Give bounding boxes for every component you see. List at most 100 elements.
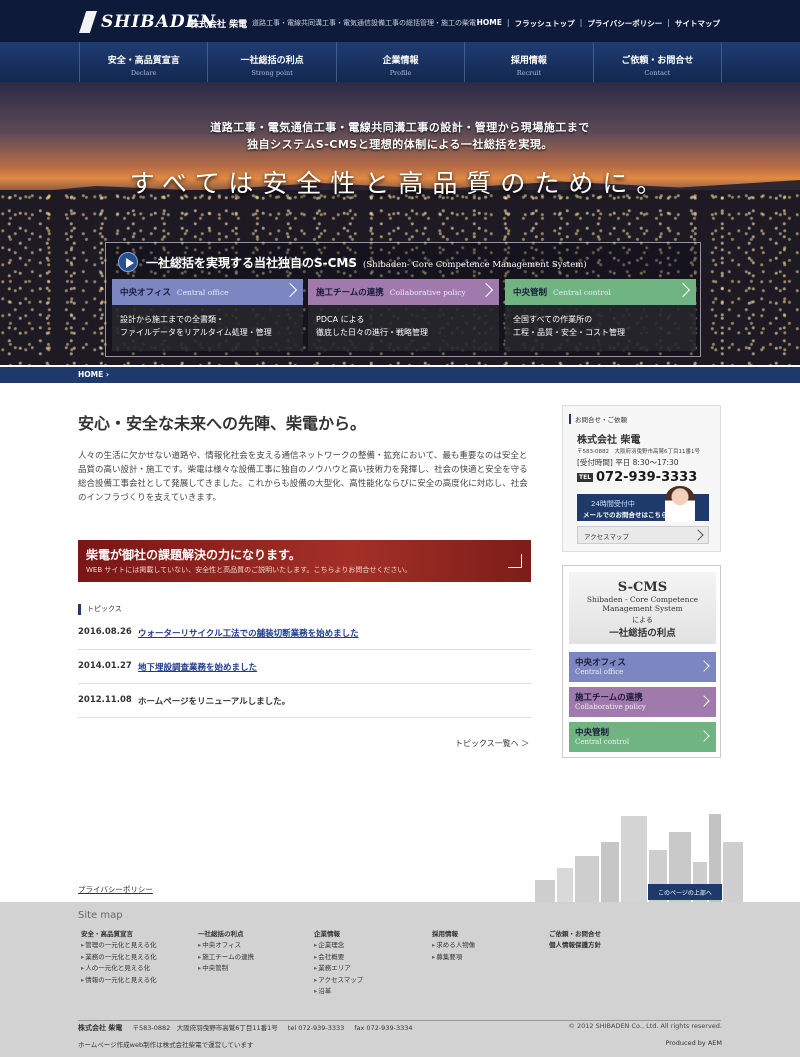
page-top-button[interactable]: このページの上部へ: [648, 884, 722, 900]
util-separator: |: [579, 18, 583, 27]
nav-label: 採用情報: [510, 56, 547, 66]
nav-item-contact[interactable]: ご依頼・お問合せ Contact: [592, 42, 723, 82]
sitemap-link[interactable]: 会社概要: [314, 952, 363, 963]
sitemap-col-head[interactable]: ご依頼・お問合せ: [549, 929, 601, 940]
sitemap-link[interactable]: 情報の一元化と見える化: [81, 975, 156, 986]
sitemap-link[interactable]: 募集要項: [432, 952, 475, 963]
sitemap-link[interactable]: 企業理念: [314, 940, 363, 951]
card-body: 設計から施工までの全書類・ ファイルデータをリアルタイム処理・管理: [112, 305, 303, 351]
btn-sublabel: Central office: [575, 668, 624, 676]
hero-line-1: 道路工事・電気通信工事・電線共同溝工事の設計・管理から現場施工まで: [210, 121, 590, 134]
sidebar-btn-central-office[interactable]: 中央オフィス Central office: [569, 652, 716, 682]
cms-card-collaborative[interactable]: 施工チームの連携 Collaborative policy PDCA による 徹底…: [308, 279, 499, 351]
mail-label: メールでのお問合せはこちら: [583, 511, 668, 519]
footer-tel: tel 072-939-3333: [287, 1024, 345, 1032]
sitemap-link[interactable]: アクセスマップ: [314, 975, 363, 986]
sitemap-link[interactable]: 業務の一元化と見える化: [81, 952, 156, 963]
util-separator: |: [667, 18, 670, 27]
chevron-right-icon: [675, 282, 691, 298]
cms-subtitle: (Shibaden- Core Competence Management Sy…: [363, 260, 587, 270]
privacy-link[interactable]: プライバシーポリシー: [78, 884, 153, 895]
sitemap-link[interactable]: 人の一元化と見える化: [81, 963, 157, 974]
contact-address: 〒583-0882 大阪府羽曳野市高鷲6丁目11番1号: [577, 449, 700, 455]
nav-item-profile[interactable]: 企業情報 Profile: [335, 42, 464, 82]
sitemap-col-declare: 安全・高品質宣言 管理の一元化と見える化 業務の一元化と見える化 人の一元化と見…: [81, 929, 157, 986]
util-link-privacy[interactable]: プライバシーポリシー: [587, 18, 662, 29]
sitemap-link[interactable]: 中央オフィス: [198, 940, 254, 951]
topic-row: 2016.08.26 ウォーターリサイクル工法での舗装切断業務を始めました: [78, 616, 531, 650]
card-header: 施工チームの連携 Collaborative policy: [308, 279, 499, 305]
sitemap-col-head[interactable]: 安全・高品質宣言: [81, 929, 157, 940]
sitemap-col-contact: ご依頼・お問合せ 個人情報保護方針: [549, 929, 601, 952]
topic-link[interactable]: 地下埋設調査業務を始めました: [138, 661, 257, 673]
card-body-line: 全国すべての作業所の: [513, 315, 593, 324]
card-header: 中央オフィス Central office: [112, 279, 303, 305]
tel-icon: TEL: [577, 473, 594, 482]
card-title: 中央オフィス: [120, 288, 171, 298]
sitemap-link[interactable]: 沿革: [314, 986, 363, 997]
nav-label: 一社総括の利点: [240, 56, 304, 66]
scms-subtitle: Shibaden - Core Competence: [586, 595, 699, 604]
top-bar: SHIBADEN 株式会社 柴電 道路工事・電線共同溝工事・電気通信設備工事の総…: [0, 0, 800, 42]
logo-mark-icon: [79, 11, 97, 33]
sitemap-col-profile: 企業情報 企業理念 会社概要 業務エリア アクセスマップ 沿革: [314, 929, 363, 997]
arrow-down-right-icon: [508, 554, 522, 568]
sitemap-link[interactable]: 中央管制: [198, 963, 254, 974]
sitemap-link[interactable]: 管理の一元化と見える化: [81, 940, 156, 951]
topics-more-link[interactable]: トピックス一覧へ ＞: [455, 738, 529, 749]
hero-line-2: 独自システムS-CMSと理想的体制による一社総括を実現。: [247, 138, 553, 151]
nav-item-recruit[interactable]: 採用情報 Recruit: [464, 42, 592, 82]
sitemap-link[interactable]: 求める人物像: [432, 940, 475, 951]
mail-badge: 24時間受付中: [591, 500, 635, 508]
nav-sublabel: Contact: [644, 69, 671, 77]
topic-text: ホームページをリニューアルしました。: [138, 697, 291, 707]
copyright: © 2012 SHIBADEN Co., Ltd. All rights res…: [568, 1022, 722, 1030]
sitemap-col-head[interactable]: 個人情報保護方針: [549, 940, 601, 951]
btn-label: 中央オフィス: [575, 658, 626, 668]
util-link-sitemap[interactable]: サイトマップ: [675, 18, 720, 29]
sidebar-btn-collaborative[interactable]: 施工チームの連携 Collaborative policy: [569, 687, 716, 717]
contact-hours: [受付時間] 平日 8:30〜17:30: [577, 458, 679, 467]
nav-sublabel: Declare: [130, 69, 157, 77]
footer-address: 〒583-0882 大阪府羽曳野市高鷲6丁目11番1号: [132, 1024, 278, 1032]
sitemap-link[interactable]: 業務エリア: [314, 963, 363, 974]
access-map-button[interactable]: アクセスマップ: [577, 526, 709, 544]
contact-tel[interactable]: TEL 072-939-3333: [577, 470, 697, 485]
company-name: 株式会社 柴電: [190, 20, 248, 30]
inquiry-banner[interactable]: 柴電が御社の課題解決の力になります。 WEB サイトには掲載していない、安全性と…: [78, 540, 531, 582]
scms-by: による: [632, 616, 653, 624]
btn-label: 施工チームの連携: [575, 693, 643, 703]
util-link-flash-top[interactable]: フラッシュトップ: [515, 18, 575, 29]
footer-company-name: 株式会社 柴電: [78, 1024, 123, 1032]
cms-strong-point-button[interactable]: S-CMS Shibaden - Core Competence Managem…: [569, 572, 716, 644]
nav-sublabel: Recruit: [516, 69, 542, 77]
intro-text: 人々の生活に欠かせない道路や、情報化社会を支える通信ネットワークの整備・拡充にお…: [78, 451, 528, 504]
sitemap-col-head[interactable]: 一社総括の利点: [198, 929, 254, 940]
nav-item-declare[interactable]: 安全・高品質宣言 Declare: [79, 42, 207, 82]
sitemap-col-head[interactable]: 採用情報: [432, 929, 475, 940]
cms-card-central-control[interactable]: 中央管制 Central control 全国すべての作業所の 工程・品質・安全・…: [505, 279, 696, 351]
breadcrumb-home[interactable]: HOME ›: [78, 370, 109, 379]
topic-date: 2012.11.08: [78, 695, 132, 705]
sitemap-link[interactable]: 施工チームの連携: [198, 952, 254, 963]
sidebar-contact: お問合せ・ご依頼 株式会社 柴電 〒583-0882 大阪府羽曳野市高鷲6丁目1…: [562, 405, 721, 552]
cms-card-central-office[interactable]: 中央オフィス Central office 設計から施工までの全書類・ ファイルデ…: [112, 279, 303, 351]
topic-link[interactable]: ウォーターリサイクル工法での舗装切断業務を始めました: [138, 627, 359, 639]
page-title: 安心・安全な未来への先陣、柴電から。: [78, 414, 367, 433]
cms-title: 一社総括を実現する当社独自のS-CMS: [146, 256, 358, 270]
sidebar-cms: S-CMS Shibaden - Core Competence Managem…: [562, 565, 721, 758]
util-link-home[interactable]: HOME: [477, 18, 502, 29]
sidebar-btn-central-control[interactable]: 中央管制 Central control: [569, 722, 716, 752]
btn-label: 中央管制: [575, 728, 610, 738]
page: SHIBADEN 株式会社 柴電 道路工事・電線共同溝工事・電気通信設備工事の総…: [0, 0, 800, 1057]
nav-item-strong-point[interactable]: 一社総括の利点 Strong point: [207, 42, 335, 82]
card-body-line: 設計から施工までの全書類・: [120, 315, 224, 324]
card-body: 全国すべての作業所の 工程・品質・安全・コスト管理: [505, 305, 696, 351]
footer-company-info: 株式会社 柴電 〒583-0882 大阪府羽曳野市高鷲6丁目11番1号 tel …: [78, 1022, 412, 1033]
sitemap-col-head[interactable]: 企業情報: [314, 929, 363, 940]
card-title: 施工チームの連携: [316, 288, 384, 298]
footer-bottom-text: ホームページ作成web制作は株式会社柴電で運営しています: [78, 1041, 254, 1049]
play-icon[interactable]: [118, 252, 138, 272]
cms-heading: 一社総括を実現する当社独自のS-CMS (Shibaden- Core Comp…: [118, 252, 587, 272]
scms-title: S-CMS: [617, 580, 668, 595]
